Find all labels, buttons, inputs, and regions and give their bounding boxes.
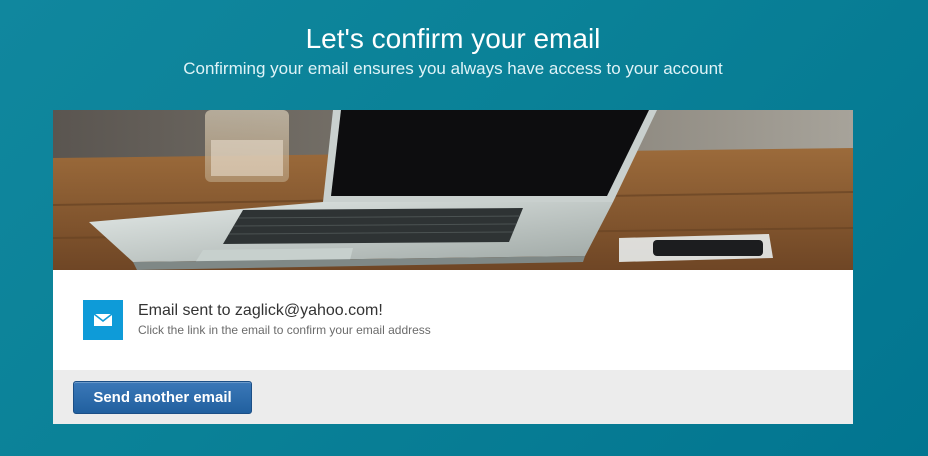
confirm-email-card: Email sent to zaglick@yahoo.com! Click t…: [53, 110, 853, 424]
email-sent-title: Email sent to zaglick@yahoo.com!: [138, 302, 383, 319]
send-another-email-button[interactable]: Send another email: [73, 381, 252, 414]
email-sent-message: Email sent to zaglick@yahoo.com! Click t…: [53, 270, 853, 370]
page-title: Let's confirm your email: [305, 23, 601, 54]
email-sent-instructions: Click the link in the email to confirm y…: [138, 323, 431, 337]
card-footer: Send another email: [53, 370, 853, 424]
page-subtitle: Confirming your email ensures you always…: [183, 59, 723, 78]
envelope-icon: [83, 300, 123, 340]
laptop-hero-image: [53, 110, 853, 270]
